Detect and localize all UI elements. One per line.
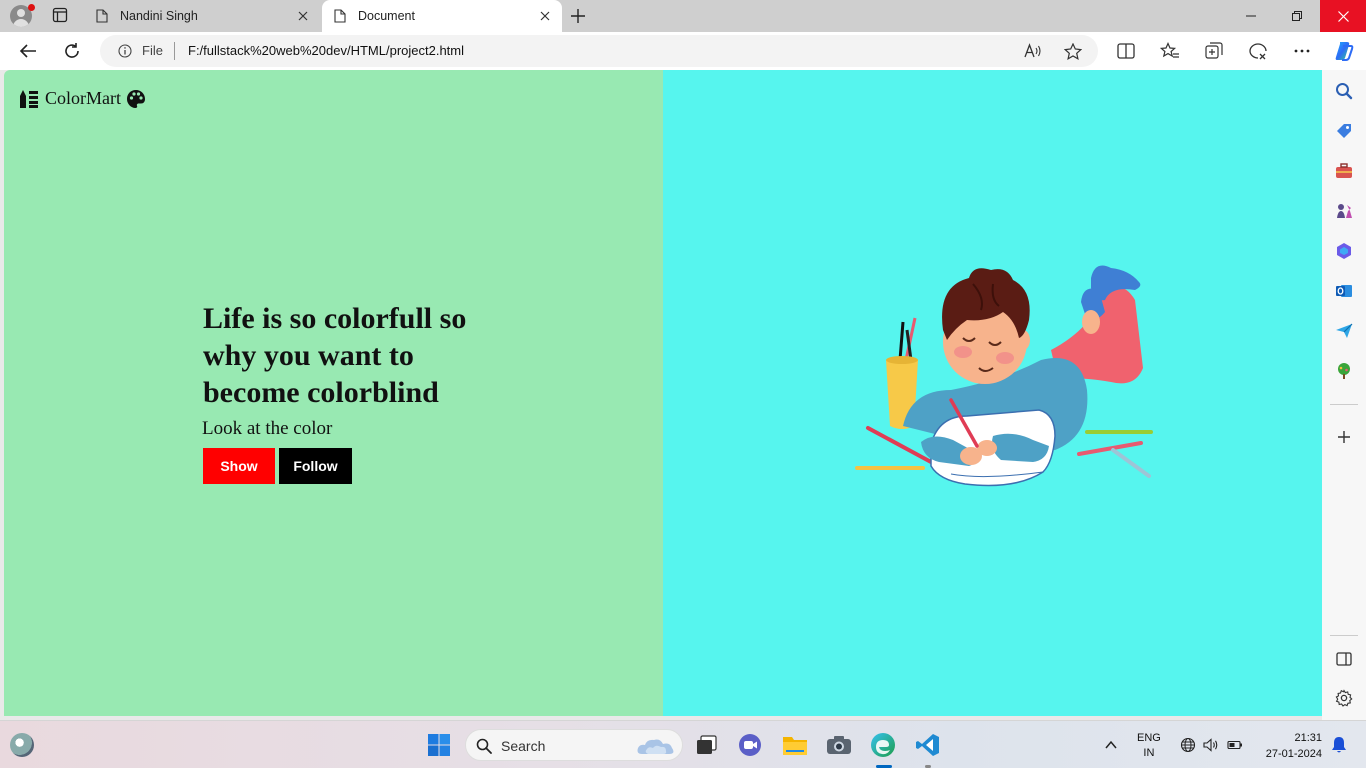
hero-subtitle: Look at the color (202, 418, 333, 439)
palette-icon (127, 89, 145, 108)
notification-dot (28, 4, 35, 11)
back-button[interactable] (17, 40, 39, 62)
info-icon[interactable] (118, 44, 132, 58)
tab-strip: Nandini Singh Document (0, 0, 1366, 32)
search-placeholder: Search (501, 738, 546, 754)
search-icon (476, 738, 492, 754)
start-button[interactable] (424, 730, 454, 760)
system-clock[interactable]: 21:31 27-01-2024 (1256, 730, 1322, 762)
right-image-panel (663, 70, 1322, 716)
taskbar-search-box[interactable]: Search (465, 729, 683, 761)
sidebar-divider (1330, 635, 1358, 636)
page-viewport: ColorMart Life is so colorfull so why yo… (4, 70, 1322, 716)
tab-title: Document (358, 9, 415, 23)
brand-header[interactable]: ColorMart (19, 88, 146, 109)
language-code: ENG (1137, 732, 1161, 744)
hero-title: Life is so colorfull so why you want to … (203, 302, 467, 409)
tree-icon[interactable] (1335, 362, 1353, 380)
windows-taskbar: Search ENG IN 21:31 27-01-2024 (0, 720, 1366, 768)
edge-browser-icon[interactable] (868, 730, 898, 760)
shopping-tag-icon[interactable] (1335, 122, 1353, 140)
vscode-icon[interactable] (913, 730, 943, 760)
navigation-bar: File F:/fullstack%20web%20dev/HTML/proje… (0, 32, 1366, 70)
crayons-icon (20, 89, 38, 108)
notification-bell-icon[interactable] (1331, 736, 1347, 754)
copilot-icon[interactable] (1333, 40, 1355, 62)
teams-meet-icon[interactable] (736, 730, 766, 760)
camera-icon[interactable] (824, 730, 854, 760)
address-separator (174, 42, 175, 60)
close-tab-icon[interactable] (532, 3, 558, 29)
add-icon[interactable] (1335, 428, 1353, 446)
file-explorer-icon[interactable] (780, 730, 810, 760)
show-button[interactable]: Show (203, 448, 275, 484)
minimize-button[interactable] (1228, 0, 1274, 32)
refresh-button[interactable] (61, 40, 83, 62)
page-icon (96, 9, 108, 23)
more-options-icon[interactable] (1291, 40, 1313, 62)
tools-briefcase-icon[interactable] (1335, 162, 1353, 180)
tab-document[interactable]: Document (322, 0, 562, 32)
chevron-up-icon[interactable] (1104, 738, 1118, 752)
restore-button[interactable] (1274, 0, 1320, 32)
network-globe-icon[interactable] (1180, 737, 1196, 753)
edge-sidebar (1322, 70, 1366, 720)
boy-drawing-illustration (855, 265, 1153, 487)
tab-actions-icon[interactable] (52, 7, 68, 23)
games-icon[interactable] (1335, 202, 1353, 220)
browser-essentials-icon[interactable] (1247, 40, 1269, 62)
tab-nandini-singh[interactable]: Nandini Singh (84, 0, 320, 32)
weather-widget-icon[interactable] (10, 733, 34, 757)
input-language[interactable]: ENG IN (1137, 731, 1161, 761)
left-hero-panel: ColorMart Life is so colorfull so why yo… (4, 70, 663, 716)
scheme-label: File (142, 43, 163, 58)
task-view-icon[interactable] (692, 730, 722, 760)
collections-icon[interactable] (1203, 40, 1225, 62)
send-drop-icon[interactable] (1335, 322, 1353, 340)
split-screen-icon[interactable] (1115, 40, 1137, 62)
settings-gear-icon[interactable] (1335, 689, 1353, 707)
read-aloud-icon[interactable] (1024, 43, 1042, 59)
microsoft-365-icon[interactable] (1335, 242, 1353, 260)
favorite-star-icon[interactable] (1064, 43, 1082, 60)
sidebar-divider (1330, 404, 1358, 405)
close-tab-icon[interactable] (290, 3, 316, 29)
favorites-icon[interactable] (1159, 40, 1181, 62)
clock-time: 21:31 (1294, 732, 1322, 744)
page-icon (334, 9, 346, 23)
brand-name: ColorMart (45, 88, 121, 108)
clock-date: 27-01-2024 (1265, 748, 1322, 760)
follow-button[interactable]: Follow (279, 448, 352, 484)
address-bar[interactable]: File F:/fullstack%20web%20dev/HTML/proje… (100, 35, 1098, 67)
battery-icon[interactable] (1227, 737, 1243, 753)
url-text[interactable]: F:/fullstack%20web%20dev/HTML/project2.h… (188, 43, 464, 58)
outlook-icon[interactable] (1335, 282, 1353, 300)
volume-icon[interactable] (1203, 737, 1219, 753)
hide-sidebar-icon[interactable] (1335, 650, 1353, 668)
new-tab-icon[interactable] (569, 7, 587, 25)
tab-title: Nandini Singh (120, 9, 198, 23)
close-window-button[interactable] (1320, 0, 1366, 32)
search-icon[interactable] (1335, 82, 1353, 100)
region-code: IN (1143, 747, 1155, 759)
clouds-icon (637, 739, 674, 754)
